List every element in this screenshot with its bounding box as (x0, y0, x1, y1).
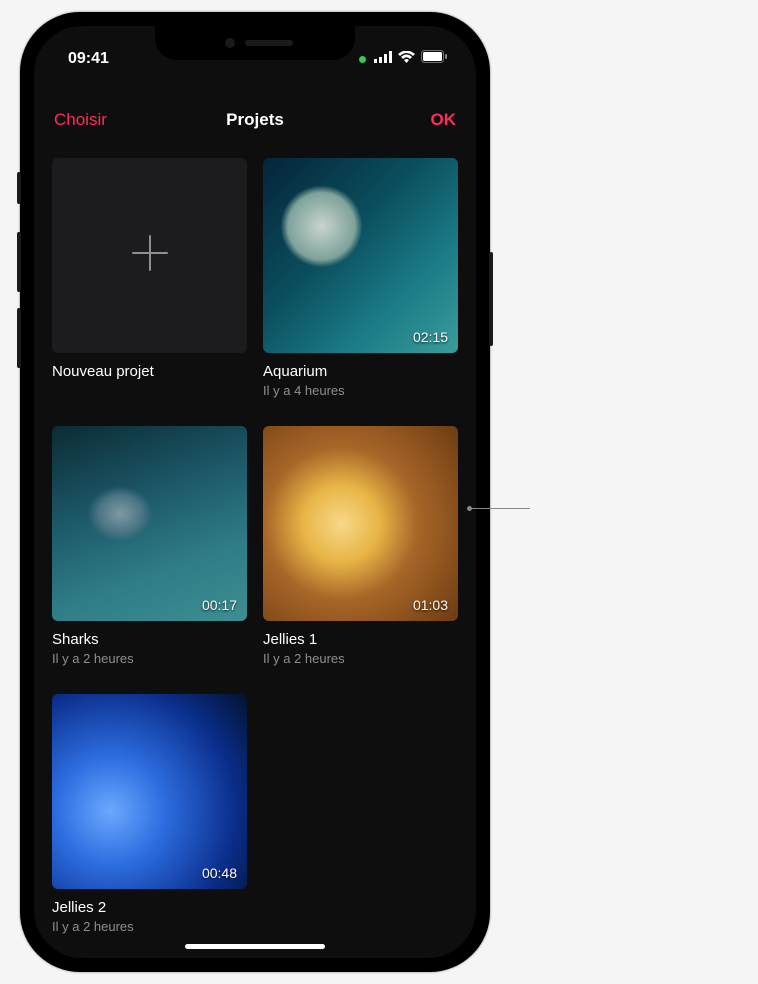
new-project-thumb (52, 158, 247, 353)
cellular-icon (374, 50, 392, 68)
project-title: Aquarium (263, 363, 458, 380)
volume-up-button (17, 232, 21, 292)
camera-indicator-icon (359, 56, 366, 63)
duration-badge: 00:48 (202, 865, 237, 881)
project-thumbnail: 01:03 (263, 426, 458, 621)
phone-screen: 09:41 Choisir Projets OK (34, 26, 476, 958)
project-subtitle: Il y a 2 heures (52, 919, 247, 934)
notch (155, 26, 355, 60)
duration-badge: 00:17 (202, 597, 237, 613)
project-subtitle: Il y a 2 heures (52, 651, 247, 666)
wifi-icon (398, 50, 415, 68)
status-time: 09:41 (68, 50, 109, 68)
project-cell-sharks[interactable]: 00:17 Sharks Il y a 2 heures (52, 426, 247, 666)
status-indicators (359, 50, 448, 68)
duration-badge: 01:03 (413, 597, 448, 613)
projects-grid: Nouveau projet 02:15 Aquarium Il y a 4 h… (34, 144, 476, 948)
new-project-cell[interactable]: Nouveau projet (52, 158, 247, 398)
project-title: Sharks (52, 631, 247, 648)
project-cell-aquarium[interactable]: 02:15 Aquarium Il y a 4 heures (263, 158, 458, 398)
plus-icon (129, 232, 171, 279)
home-indicator[interactable] (185, 944, 325, 949)
project-cell-jellies-1[interactable]: 01:03 Jellies 1 Il y a 2 heures (263, 426, 458, 666)
project-subtitle: Il y a 4 heures (263, 383, 458, 398)
project-thumbnail: 02:15 (263, 158, 458, 353)
new-project-label: Nouveau projet (52, 363, 247, 380)
volume-down-button (17, 308, 21, 368)
nav-bar: Choisir Projets OK (34, 86, 476, 144)
mute-switch (17, 172, 21, 204)
project-subtitle: Il y a 2 heures (263, 651, 458, 666)
power-button (489, 252, 493, 346)
project-title: Jellies 2 (52, 899, 247, 916)
page-title: Projets (226, 110, 284, 130)
project-title: Jellies 1 (263, 631, 458, 648)
done-button[interactable]: OK (431, 110, 457, 130)
battery-icon (421, 50, 448, 68)
project-thumbnail: 00:48 (52, 694, 247, 889)
project-thumbnail: 00:17 (52, 426, 247, 621)
callout-line (470, 508, 530, 509)
phone-frame: 09:41 Choisir Projets OK (20, 12, 490, 972)
project-cell-jellies-2[interactable]: 00:48 Jellies 2 Il y a 2 heures (52, 694, 247, 934)
select-button[interactable]: Choisir (54, 110, 107, 130)
duration-badge: 02:15 (413, 329, 448, 345)
